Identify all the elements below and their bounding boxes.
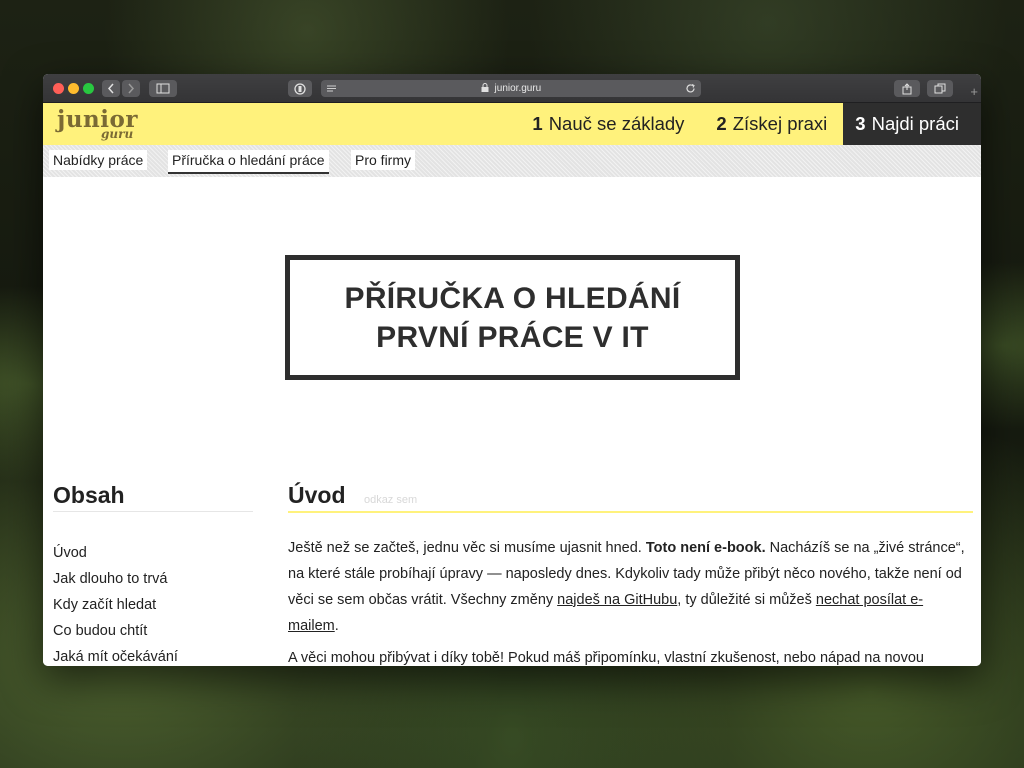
article: Úvod odkaz sem Ještě než se začteš, jedn… [288,482,973,666]
back-button[interactable] [102,80,120,97]
hero-title: PŘÍRUČKA O HLEDÁNÍ PRVNÍ PRÁCE V IT [345,279,681,357]
text-segment: , ty důležité si můžeš [677,592,816,608]
reader-view-icon[interactable] [326,80,337,103]
lock-icon [481,81,489,98]
github-link[interactable]: najdeš na GitHubu [557,592,677,608]
address-bar[interactable]: junior.guru [321,80,701,97]
privacy-report-button[interactable] [288,80,312,97]
hero-title-line-2: PRVNÍ PRÁCE V IT [376,320,649,354]
step-number: 2 [716,113,727,134]
sub-navigation: Nabídky práce Příručka o hledání práce P… [43,145,981,177]
paragraph-intro: Ještě než se začteš, jednu věc si musíme… [288,535,973,639]
tab-job-offers[interactable]: Nabídky práce [49,150,148,170]
zoom-window-button[interactable] [83,83,94,94]
anchor-link[interactable]: odkaz sem [364,494,417,506]
toc-item-intro[interactable]: Úvod [53,540,253,566]
step-find-job[interactable]: 3 Najdi práci [843,103,981,145]
step-label: Získej praxi [732,113,828,134]
toc-title: Obsah [53,482,253,512]
text-segment: . [334,618,339,634]
share-button[interactable] [894,80,920,97]
paragraph-contribute: A věci mohou přibývat i díky tobě! Pokud… [288,650,924,666]
hero-title-box: PŘÍRUČKA O HLEDÁNÍ PRVNÍ PRÁCE V IT [285,255,740,380]
toc-list: Úvod Jak dlouho to trvá Kdy začít hledat… [53,540,253,666]
junior-guru-logo[interactable]: junior guru [57,106,147,142]
minimize-window-button[interactable] [68,83,79,94]
sidebar-icon [156,83,170,94]
step-label: Nauč se základy [548,113,685,134]
tab-job-search-guide[interactable]: Příručka o hledání práce [168,150,329,174]
step-label: Najdi práci [871,113,959,134]
forward-button[interactable] [122,80,140,97]
url-text: junior.guru [494,83,542,94]
hero-title-line-1: PŘÍRUČKA O HLEDÁNÍ [344,281,681,315]
article-body: Ještě než se začteš, jednu věc si musíme… [288,535,973,666]
bold-text: Toto není e-book. [645,540,766,556]
shield-icon [294,83,306,95]
section-heading: Úvod odkaz sem [288,482,973,513]
tabs-overview-button[interactable] [927,80,953,97]
toc-item-expectations[interactable]: Jaká mít očekávání [53,644,253,666]
close-window-button[interactable] [53,83,64,94]
share-icon [902,83,912,95]
browser-toolbar: junior.guru + [43,74,981,103]
toc-item-what-they-want[interactable]: Co budou chtít [53,618,253,644]
new-tab-button[interactable]: + [970,83,978,100]
text-segment: Ještě než se začteš, jednu věc si musíme… [288,540,646,556]
browser-window: junior.guru + junior guru 1 Nauč se zákla… [43,74,981,666]
step-learn-basics[interactable]: 1 Nauč se základy [516,103,700,145]
toc-item-how-long[interactable]: Jak dlouho to trvá [53,566,253,592]
toc-item-when-to-start[interactable]: Kdy začít hledat [53,592,253,618]
section-title: Úvod [288,482,346,508]
tabs-icon [934,83,946,94]
steps-nav: 1 Nauč se základy 2 Získej praxi 3 Najdi pr… [516,103,981,145]
sidebar-button[interactable] [149,80,177,97]
step-get-practice[interactable]: 2 Získej praxi [700,103,843,145]
page-content: PŘÍRUČKA O HLEDÁNÍ PRVNÍ PRÁCE V IT Obsa… [43,177,981,666]
chevron-right-icon [128,83,135,94]
chevron-left-icon [107,83,114,94]
step-number: 3 [855,113,866,134]
logo-sub-text: guru [101,127,134,141]
tab-for-companies[interactable]: Pro firmy [351,150,415,170]
step-number: 1 [532,113,543,134]
site-header: junior guru 1 Nauč se základy 2 Získej pra… [43,103,981,145]
table-of-contents: Obsah Úvod Jak dlouho to trvá Kdy začít … [53,482,253,666]
reload-icon[interactable] [685,80,696,103]
